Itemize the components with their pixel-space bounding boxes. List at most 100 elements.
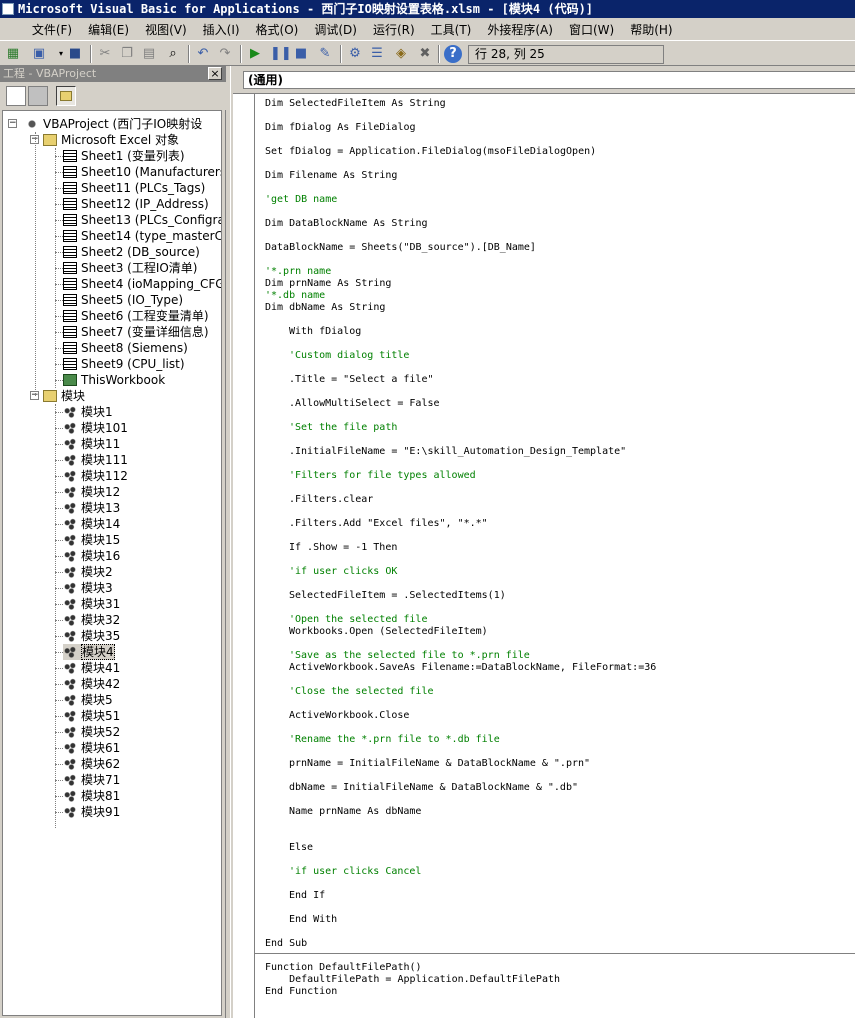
- tree-item-sheet[interactable]: Sheet8 (Siemens): [63, 340, 188, 356]
- tree-connector: [55, 780, 63, 781]
- run-icon[interactable]: ▶: [246, 45, 264, 63]
- toolbox-icon[interactable]: ✖: [416, 45, 434, 63]
- tree-item-sheet[interactable]: Sheet10 (Manufacturers): [63, 164, 221, 180]
- undo-icon[interactable]: ↶: [194, 45, 212, 63]
- tree-item-sheet[interactable]: Sheet7 (变量详细信息): [63, 324, 209, 340]
- vba-menu-icon[interactable]: [0, 19, 20, 41]
- close-icon[interactable]: ×: [208, 67, 222, 80]
- object-combo[interactable]: (通用): [243, 71, 855, 89]
- tree-item-module[interactable]: 模块41: [63, 660, 120, 676]
- tree-item-sheet[interactable]: Sheet12 (IP_Address): [63, 196, 209, 212]
- insert-userform-icon[interactable]: ▣: [30, 45, 48, 63]
- menu-item[interactable]: 帮助(H): [622, 19, 680, 41]
- tree-item-sheet[interactable]: Sheet11 (PLCs_Tags): [63, 180, 205, 196]
- tree-item-sheet[interactable]: Sheet13 (PLCs_Configrat: [63, 212, 221, 228]
- tree-item-sheet[interactable]: Sheet3 (工程IO清单): [63, 260, 198, 276]
- sheet-icon: [63, 214, 77, 226]
- tree-item-sheet[interactable]: Sheet5 (IO_Type): [63, 292, 183, 308]
- tree-item-sheet[interactable]: Sheet1 (变量列表): [63, 148, 185, 164]
- sheet-icon: [63, 310, 77, 322]
- tree-item-module[interactable]: 模块13: [63, 500, 120, 516]
- tree-item-module[interactable]: 模块91: [63, 804, 120, 820]
- tree-item-module[interactable]: 模块52: [63, 724, 120, 740]
- tree-node-label: Sheet6 (工程变量清单): [81, 309, 209, 323]
- menu-item[interactable]: 窗口(W): [561, 19, 622, 41]
- view-excel-icon[interactable]: ▦: [4, 45, 22, 63]
- tree-item-module[interactable]: 模块112: [63, 468, 128, 484]
- view-code-icon[interactable]: [6, 86, 26, 106]
- tree-connector: [55, 380, 63, 381]
- menu-item[interactable]: 工具(T): [423, 19, 480, 41]
- menu-item[interactable]: 文件(F): [24, 19, 80, 41]
- menu-item[interactable]: 插入(I): [195, 19, 248, 41]
- tree-folder-excel-objects[interactable]: Microsoft Excel 对象: [43, 132, 179, 148]
- tree-item-module[interactable]: 模块81: [63, 788, 120, 804]
- project-explorer-icon[interactable]: ⚙: [346, 45, 364, 63]
- tree-item-module[interactable]: 模块5: [63, 692, 113, 708]
- tree-item-workbook[interactable]: ThisWorkbook: [63, 372, 165, 388]
- tree-node-label: Sheet5 (IO_Type): [81, 293, 184, 307]
- code-editor[interactable]: Dim SelectedFileItem As String Dim fDialo…: [233, 93, 855, 1018]
- find-icon[interactable]: ⌕: [164, 45, 182, 63]
- tree-item-module[interactable]: 模块31: [63, 596, 120, 612]
- tree-item-module[interactable]: 模块12: [63, 484, 120, 500]
- tree-item-module[interactable]: 模块61: [63, 740, 120, 756]
- tree-item-sheet[interactable]: Sheet6 (工程变量清单): [63, 308, 209, 324]
- tree-item-module[interactable]: 模块2: [63, 564, 113, 580]
- menu-item[interactable]: 编辑(E): [80, 19, 137, 41]
- tree-item-module[interactable]: 模块3: [63, 580, 113, 596]
- tree-item-module[interactable]: 模块32: [63, 612, 120, 628]
- properties-window-icon[interactable]: ☰: [368, 45, 386, 63]
- paste-icon[interactable]: ▤: [140, 45, 158, 63]
- menu-item[interactable]: 外接程序(A): [479, 19, 561, 41]
- tree-connector: [55, 700, 63, 701]
- tree-item-sheet[interactable]: Sheet14 (type_masterCop: [63, 228, 221, 244]
- tree-item-sheet[interactable]: Sheet2 (DB_source): [63, 244, 200, 260]
- tree-connector: [55, 716, 63, 717]
- break-icon[interactable]: ❚❚: [270, 45, 292, 63]
- tree-item-module[interactable]: 模块4: [63, 644, 115, 660]
- tree-item-module[interactable]: 模块11: [63, 436, 120, 452]
- code-line: Dim prnName As String: [265, 278, 392, 289]
- tree-item-sheet[interactable]: Sheet4 (ioMapping_CFG): [63, 276, 221, 292]
- cut-icon[interactable]: ✂: [96, 45, 114, 63]
- tree-item-module[interactable]: 模块14: [63, 516, 120, 532]
- save-icon[interactable]: ■: [66, 45, 84, 63]
- menu-item[interactable]: 运行(R): [365, 19, 423, 41]
- help-icon[interactable]: ?: [444, 45, 462, 63]
- menu-item[interactable]: 视图(V): [137, 19, 195, 41]
- tree-item-module[interactable]: 模块42: [63, 676, 120, 692]
- tree-item-module[interactable]: 模块62: [63, 756, 120, 772]
- tree-connector: [55, 812, 63, 813]
- reset-icon[interactable]: ■: [292, 45, 310, 63]
- tree-item-module[interactable]: 模块71: [63, 772, 120, 788]
- code-line: With fDialog: [289, 326, 362, 337]
- copy-icon[interactable]: ❐: [118, 45, 136, 63]
- tree-item-module[interactable]: 模块35: [63, 628, 120, 644]
- redo-icon[interactable]: ↷: [216, 45, 234, 63]
- tree-item-module[interactable]: 模块101: [63, 420, 128, 436]
- mod-icon: [63, 630, 77, 642]
- design-mode-icon[interactable]: ✎: [316, 45, 334, 63]
- tree-item-module[interactable]: 模块51: [63, 708, 120, 724]
- tree-folder-modules[interactable]: 模块: [43, 388, 85, 404]
- toggle-folders-icon[interactable]: [56, 86, 76, 106]
- tree-root-project[interactable]: VBAProject (西门子IO映射设: [25, 116, 202, 132]
- tree-item-module[interactable]: 模块1: [63, 404, 113, 420]
- tree-connector: [55, 364, 63, 365]
- tree-item-module[interactable]: 模块16: [63, 548, 120, 564]
- tree-connector: [55, 172, 63, 173]
- tree-connector: [55, 476, 63, 477]
- tree-node-label: Sheet1 (变量列表): [81, 149, 185, 163]
- tree-node-label: Sheet8 (Siemens): [81, 341, 188, 355]
- object-browser-icon[interactable]: ◈: [392, 45, 410, 63]
- collapse-toggle[interactable]: −: [8, 119, 17, 128]
- tree-node-label: 模块35: [81, 629, 121, 643]
- menu-item[interactable]: 调试(D): [306, 19, 365, 41]
- tree-item-module[interactable]: 模块111: [63, 452, 128, 468]
- menu-item[interactable]: 格式(O): [248, 19, 307, 41]
- view-object-icon[interactable]: [28, 86, 48, 106]
- window-title: Microsoft Visual Basic for Applications …: [18, 2, 594, 16]
- tree-item-sheet[interactable]: Sheet9 (CPU_list): [63, 356, 185, 372]
- tree-item-module[interactable]: 模块15: [63, 532, 120, 548]
